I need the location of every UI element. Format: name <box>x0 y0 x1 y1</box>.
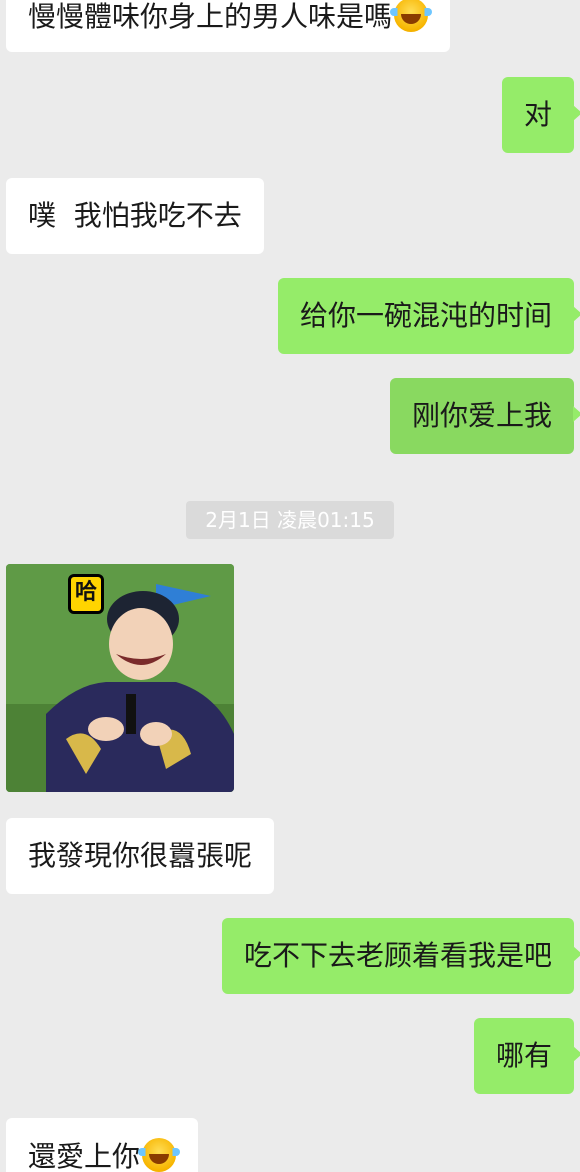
message-text: 给你一碗混沌的时间 <box>299 299 552 332</box>
sticker-image[interactable]: 哈 <box>6 564 234 792</box>
message-bubble-incoming[interactable]: 我發現你很囂張呢 <box>6 818 275 894</box>
message-bubble-incoming[interactable]: 慢慢體味你身上的男人味是嗎 <box>6 0 451 52</box>
message-text: 刚你爱上我 <box>411 399 552 432</box>
message-text: 吃不下去老顾着看我是吧 <box>243 939 552 972</box>
chat-timestamp: 2月1日 凌晨01:15 <box>186 501 394 539</box>
message-bubble-outgoing[interactable]: 吃不下去老顾着看我是吧 <box>221 918 580 994</box>
message-bubble-outgoing[interactable]: 哪有 <box>473 1018 580 1094</box>
message-text: 哪有 <box>495 1039 552 1072</box>
message-text: 慢慢體味你身上的男人味是嗎 <box>28 0 393 33</box>
message-bubble-outgoing[interactable]: 对 <box>501 77 580 153</box>
message-bubble-incoming[interactable]: 噗 我怕我吃不去 <box>6 178 264 254</box>
joy-emoji-icon <box>138 1138 181 1172</box>
joy-emoji-icon <box>390 0 433 32</box>
message-text: 噗 我怕我吃不去 <box>28 199 242 232</box>
message-text: 還愛上你 <box>28 1140 141 1172</box>
chat-screen: { "messages": [ {"text": "慢慢體味你身上的男人味是嗎"… <box>0 0 580 1172</box>
sticker-caption: 哈 <box>68 574 104 614</box>
message-bubble-incoming[interactable]: 還愛上你 <box>6 1118 199 1172</box>
message-text: 对 <box>523 98 552 131</box>
sticker-drawing <box>6 564 234 792</box>
message-text: 我發現你很囂張呢 <box>28 839 253 872</box>
message-bubble-outgoing[interactable]: 给你一碗混沌的时间 <box>277 278 580 354</box>
message-bubble-outgoing[interactable]: 刚你爱上我 <box>389 378 580 454</box>
